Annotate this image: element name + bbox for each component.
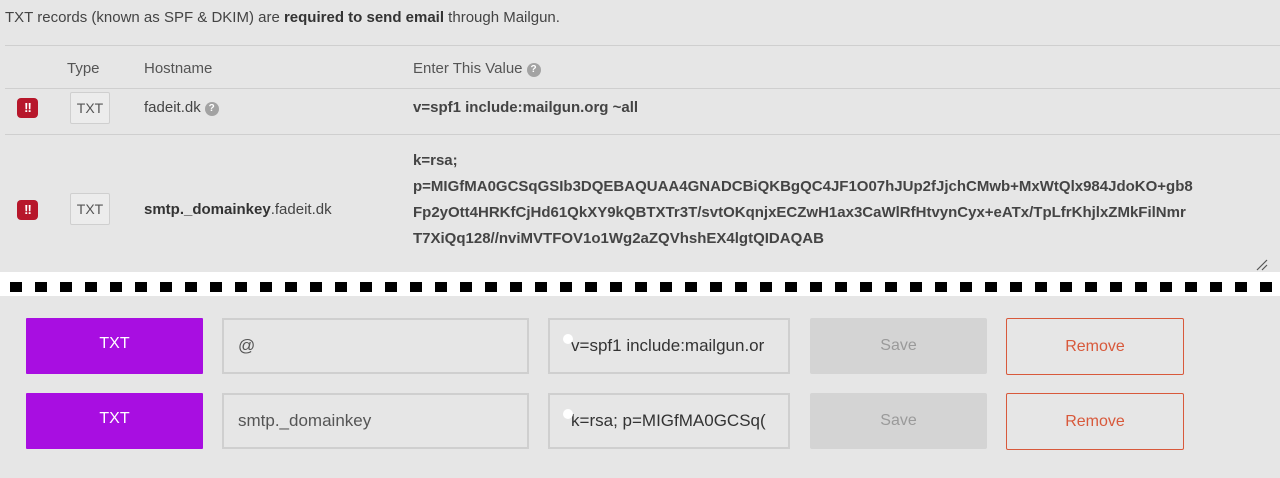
hostname: smtp._domainkey.fadeit.dk — [144, 201, 332, 218]
remove-button[interactable]: Remove — [1006, 318, 1184, 375]
remove-button[interactable]: Remove — [1006, 393, 1184, 450]
divider — [5, 134, 1280, 135]
hostname: fadeit.dk? — [144, 99, 219, 116]
dns-editor-panel: TXT @ "v=spf1 include:mailgun.or Save Re… — [0, 296, 1280, 478]
record-value: k=rsa; p=MIGfMA0GCSqGSIb3DQEBAQUAA4GNADC… — [413, 148, 1273, 252]
mailgun-dns-panel: TXT records (known as SPF & DKIM) are re… — [0, 0, 1280, 272]
dashed-cut-line — [10, 282, 1272, 292]
record-type-badge: TXT — [70, 193, 110, 225]
cursor-dot — [563, 334, 573, 344]
divider — [5, 45, 1280, 46]
value-line: T7XiQq128//nviMVTFOV1o1Wg2aZQVhshEX4lgtQ… — [413, 230, 824, 247]
save-button[interactable]: Save — [810, 318, 987, 374]
record-type-button[interactable]: TXT — [26, 318, 203, 374]
divider — [5, 88, 1280, 89]
help-icon[interactable]: ? — [204, 102, 219, 116]
value-input[interactable]: "k=rsa; p=MIGfMA0GCSq( — [548, 393, 790, 449]
record-type-badge: TXT — [70, 92, 110, 124]
column-header-type: Type — [67, 60, 100, 77]
save-button[interactable]: Save — [810, 393, 987, 449]
help-icon[interactable]: ? — [526, 63, 541, 77]
alert-icon: !! — [17, 98, 38, 118]
record-type-button[interactable]: TXT — [26, 393, 203, 449]
value-line: k=rsa; — [413, 152, 458, 169]
record-value: v=spf1 include:mailgun.org ~all — [413, 99, 639, 116]
resize-handle-icon[interactable] — [1256, 259, 1268, 271]
hostname-input[interactable]: @ — [222, 318, 529, 374]
column-header-value: Enter This Value? — [413, 60, 541, 77]
value-line: Fp2yOtt4HRKfCjHd61QkXY9kQBTXTr3T/svtOKqn… — [413, 204, 1186, 221]
hostname-input[interactable]: smtp._domainkey — [222, 393, 529, 449]
alert-icon: !! — [17, 200, 38, 220]
value-input[interactable]: "v=spf1 include:mailgun.or — [548, 318, 790, 374]
value-line: p=MIGfMA0GCSqGSIb3DQEBAQUAA4GNADCBiQKBgQ… — [413, 178, 1193, 195]
column-header-hostname: Hostname — [144, 60, 213, 77]
cursor-dot — [563, 409, 573, 419]
intro-text: TXT records (known as SPF & DKIM) are re… — [5, 9, 560, 26]
